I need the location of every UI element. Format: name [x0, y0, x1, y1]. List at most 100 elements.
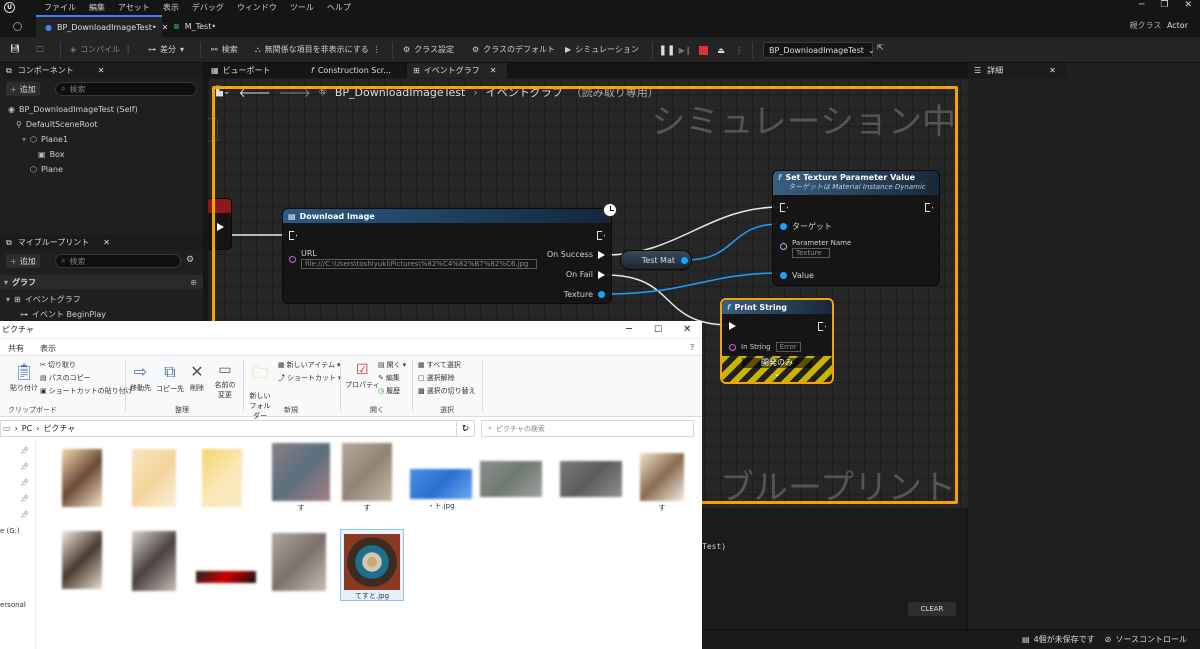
invert-selection-button[interactable]: ▩ 選択の切り替え: [418, 386, 476, 396]
close-panel-icon[interactable]: ✕: [1049, 66, 1056, 75]
menu-item[interactable]: 表示: [163, 2, 179, 13]
tab-viewport[interactable]: ▦ ビューポート: [205, 63, 305, 78]
file-thumbnail[interactable]: [640, 453, 684, 501]
stop-button[interactable]: [696, 42, 710, 58]
unreal-logo-icon[interactable]: U: [4, 2, 15, 13]
pause-button[interactable]: ❚❚: [659, 42, 676, 58]
source-control-button[interactable]: ⊘ ソースコントロール: [1105, 634, 1187, 645]
file-thumbnail[interactable]: [272, 443, 330, 501]
menu-item[interactable]: アセット: [118, 2, 150, 13]
save-button[interactable]: 💾︎: [10, 44, 20, 53]
explorer-search-input[interactable]: ⌕ ピクチャの検索: [481, 420, 694, 437]
compile-button[interactable]: ◈ コンパイル ⋮: [70, 44, 132, 55]
debug-browse-button[interactable]: ⇱: [877, 43, 884, 52]
paste-shortcut-button[interactable]: ▣ ショートカットの貼り付け: [40, 386, 133, 396]
address-bar[interactable]: ▭ › PC › ピクチャ ⌄: [0, 420, 475, 437]
debug-object-select[interactable]: BP_DownloadImageTest ⌄: [763, 42, 875, 58]
step-button[interactable]: ▶❙: [678, 42, 692, 58]
close-panel-icon[interactable]: ✕: [103, 238, 110, 247]
tab-bp-downloadimagetest[interactable]: ● BP_DownloadImageTest• ✕: [36, 15, 168, 37]
nav-item-personal[interactable]: ersonal: [0, 601, 26, 609]
settings-gear-icon[interactable]: ⚙: [186, 255, 194, 265]
nav-item-drive[interactable]: e (G:): [0, 527, 20, 535]
close-panel-icon[interactable]: ✕: [98, 66, 105, 75]
minimize-icon[interactable]: ─: [626, 324, 632, 335]
rename-button[interactable]: ▭ 名前の変更: [214, 362, 236, 400]
cut-button[interactable]: ✂ 切り取り: [40, 360, 76, 370]
eject-button[interactable]: ⏏: [714, 42, 728, 58]
file-thumbnail[interactable]: [62, 531, 102, 589]
maximize-icon[interactable]: ❐: [1160, 0, 1168, 10]
breadcrumb-pictures[interactable]: ピクチャ: [43, 423, 75, 434]
copy-path-button[interactable]: ▤ パスのコピー: [40, 373, 91, 383]
tree-item-event-graph[interactable]: ▾ ⊞ イベントグラフ: [6, 294, 81, 305]
file-thumbnail[interactable]: [62, 449, 102, 507]
edit-button[interactable]: ✎ 編集: [378, 373, 400, 383]
add-component-button[interactable]: + 追加: [6, 82, 40, 96]
components-search-input[interactable]: ⌕ 検索: [55, 82, 197, 96]
move-icon: ⇨: [133, 362, 148, 381]
class-settings-button[interactable]: ⚙ クラス設定: [403, 44, 454, 55]
menu-item[interactable]: ツール: [290, 2, 314, 13]
file-thumbnail[interactable]: [202, 449, 242, 507]
tab-close-icon[interactable]: ✕: [490, 66, 497, 75]
simulation-button[interactable]: ▶ シミュレーション: [565, 44, 639, 55]
parent-class-value[interactable]: Actor: [1167, 21, 1188, 30]
tree-item-self[interactable]: ◉ BP_DownloadImageTest (Self): [8, 105, 138, 114]
tab-construction-script[interactable]: f Construction Scr...: [305, 63, 407, 78]
menu-item[interactable]: デバッグ: [192, 2, 224, 13]
add-blueprint-item-button[interactable]: + 追加: [6, 254, 40, 268]
file-thumbnail[interactable]: [132, 531, 176, 591]
file-thumbnail[interactable]: [196, 571, 256, 583]
new-item-button[interactable]: ▦ 新しいアイテム ▾: [278, 360, 340, 370]
open-button[interactable]: ▤ 開く ▾: [378, 360, 406, 370]
close-icon[interactable]: ✕: [1184, 0, 1192, 10]
diff-button[interactable]: ⊶ 差分 ▾: [148, 44, 184, 55]
tree-item-plane[interactable]: ⬡ Plane: [30, 165, 63, 174]
maximize-icon[interactable]: ☐: [654, 325, 662, 335]
ribbon-tab-share[interactable]: 共有: [8, 343, 24, 354]
tree-item-plane1[interactable]: ▾ ⬡ Plane1: [22, 135, 68, 144]
tree-item-box[interactable]: ▣ Box: [38, 150, 64, 159]
unsaved-indicator[interactable]: ▤ 4個が未保存です: [1022, 634, 1095, 645]
refresh-icon[interactable]: ↻: [456, 421, 474, 436]
menu-item[interactable]: ファイル: [44, 2, 76, 13]
tree-item-defaultsceneroot[interactable]: ⚲ DefaultSceneRoot: [16, 120, 98, 129]
close-icon[interactable]: ✕: [683, 324, 691, 335]
new-folder-button[interactable]: 🗀 新しいフォルダー: [247, 362, 273, 421]
more-icon[interactable]: ⋮: [732, 42, 746, 58]
graph-section-header[interactable]: ▾ グラフ ⊕: [0, 275, 203, 289]
menu-item[interactable]: ウィンドウ: [237, 2, 277, 13]
file-thumbnail[interactable]: [132, 449, 176, 507]
find-button[interactable]: ⚯ 検索: [211, 44, 238, 55]
browse-button[interactable]: 🗀: [36, 44, 44, 58]
menu-item[interactable]: 編集: [89, 2, 105, 13]
tree-item-event-beginplay[interactable]: ⊶ イベント BeginPlay: [20, 309, 106, 320]
file-thumbnail[interactable]: [480, 461, 542, 497]
select-all-button[interactable]: ▦ すべて選択: [418, 360, 461, 370]
file-thumbnail[interactable]: [272, 533, 326, 591]
class-defaults-button[interactable]: ⚙ クラスのデフォルト: [472, 44, 555, 55]
tab-event-graph[interactable]: ⊞ イベントグラフ ✕: [407, 63, 507, 78]
history-button[interactable]: ◷ 履歴: [378, 386, 400, 396]
easy-access-button[interactable]: ⤴ショートカット▾: [278, 373, 342, 383]
breadcrumb-pc[interactable]: PC: [22, 424, 32, 433]
add-graph-icon[interactable]: ⊕: [190, 278, 197, 287]
properties-button[interactable]: ☑ プロパティ: [345, 362, 380, 390]
clear-log-button[interactable]: CLEAR: [908, 602, 956, 616]
move-to-button[interactable]: ⇨ 移動先: [130, 362, 151, 393]
tab-m-test[interactable]: ⊗ M_Test•: [164, 15, 225, 37]
copy-to-button[interactable]: ⧉ コピー先: [156, 362, 184, 394]
hide-unrelated-button[interactable]: ⛬ 無関係な項目を非表示にする ⋮: [255, 44, 381, 55]
ribbon-tab-view[interactable]: 表示: [40, 343, 56, 354]
file-thumbnail[interactable]: [560, 461, 622, 497]
paste-button[interactable]: 📋︎ 貼り付け: [10, 362, 38, 393]
file-thumbnail[interactable]: [410, 469, 472, 499]
help-icon[interactable]: ?: [690, 343, 694, 352]
file-thumbnail[interactable]: [342, 443, 392, 501]
menu-item[interactable]: ヘルプ: [327, 2, 351, 13]
minimize-icon[interactable]: ─: [1139, 0, 1144, 10]
select-none-button[interactable]: ▢ 選択解除: [418, 373, 455, 383]
delete-button[interactable]: ✕ 削除: [190, 362, 204, 393]
blueprint-search-input[interactable]: ⌕ 検索: [55, 254, 181, 268]
